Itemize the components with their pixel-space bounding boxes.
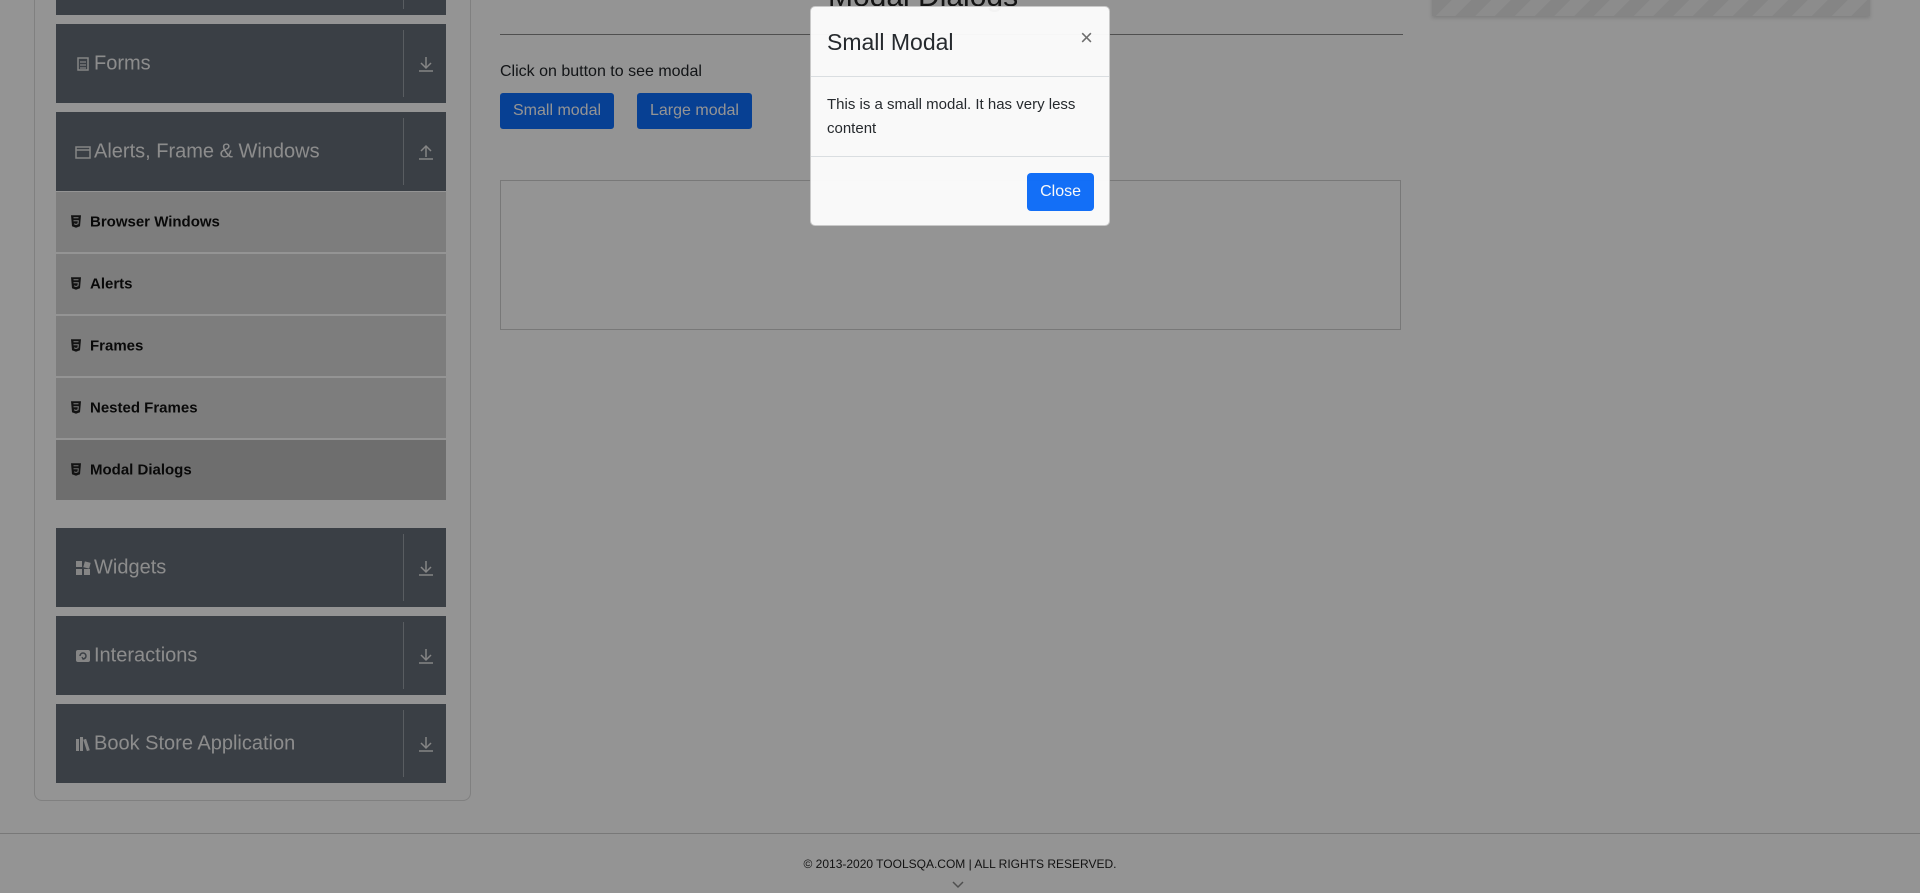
modal-header: Small Modal × <box>811 7 1109 77</box>
small-modal-dialog: Small Modal × This is a small modal. It … <box>810 6 1110 226</box>
modal-body-text: This is a small modal. It has very less … <box>827 96 1076 137</box>
page: Forms Alerts, Frame & Windows Browser Wi… <box>0 0 1920 894</box>
close-icon[interactable]: × <box>1080 27 1093 49</box>
close-button[interactable]: Close <box>1027 173 1094 211</box>
modal-footer: Close <box>811 156 1109 225</box>
modal-title: Small Modal <box>827 29 954 55</box>
